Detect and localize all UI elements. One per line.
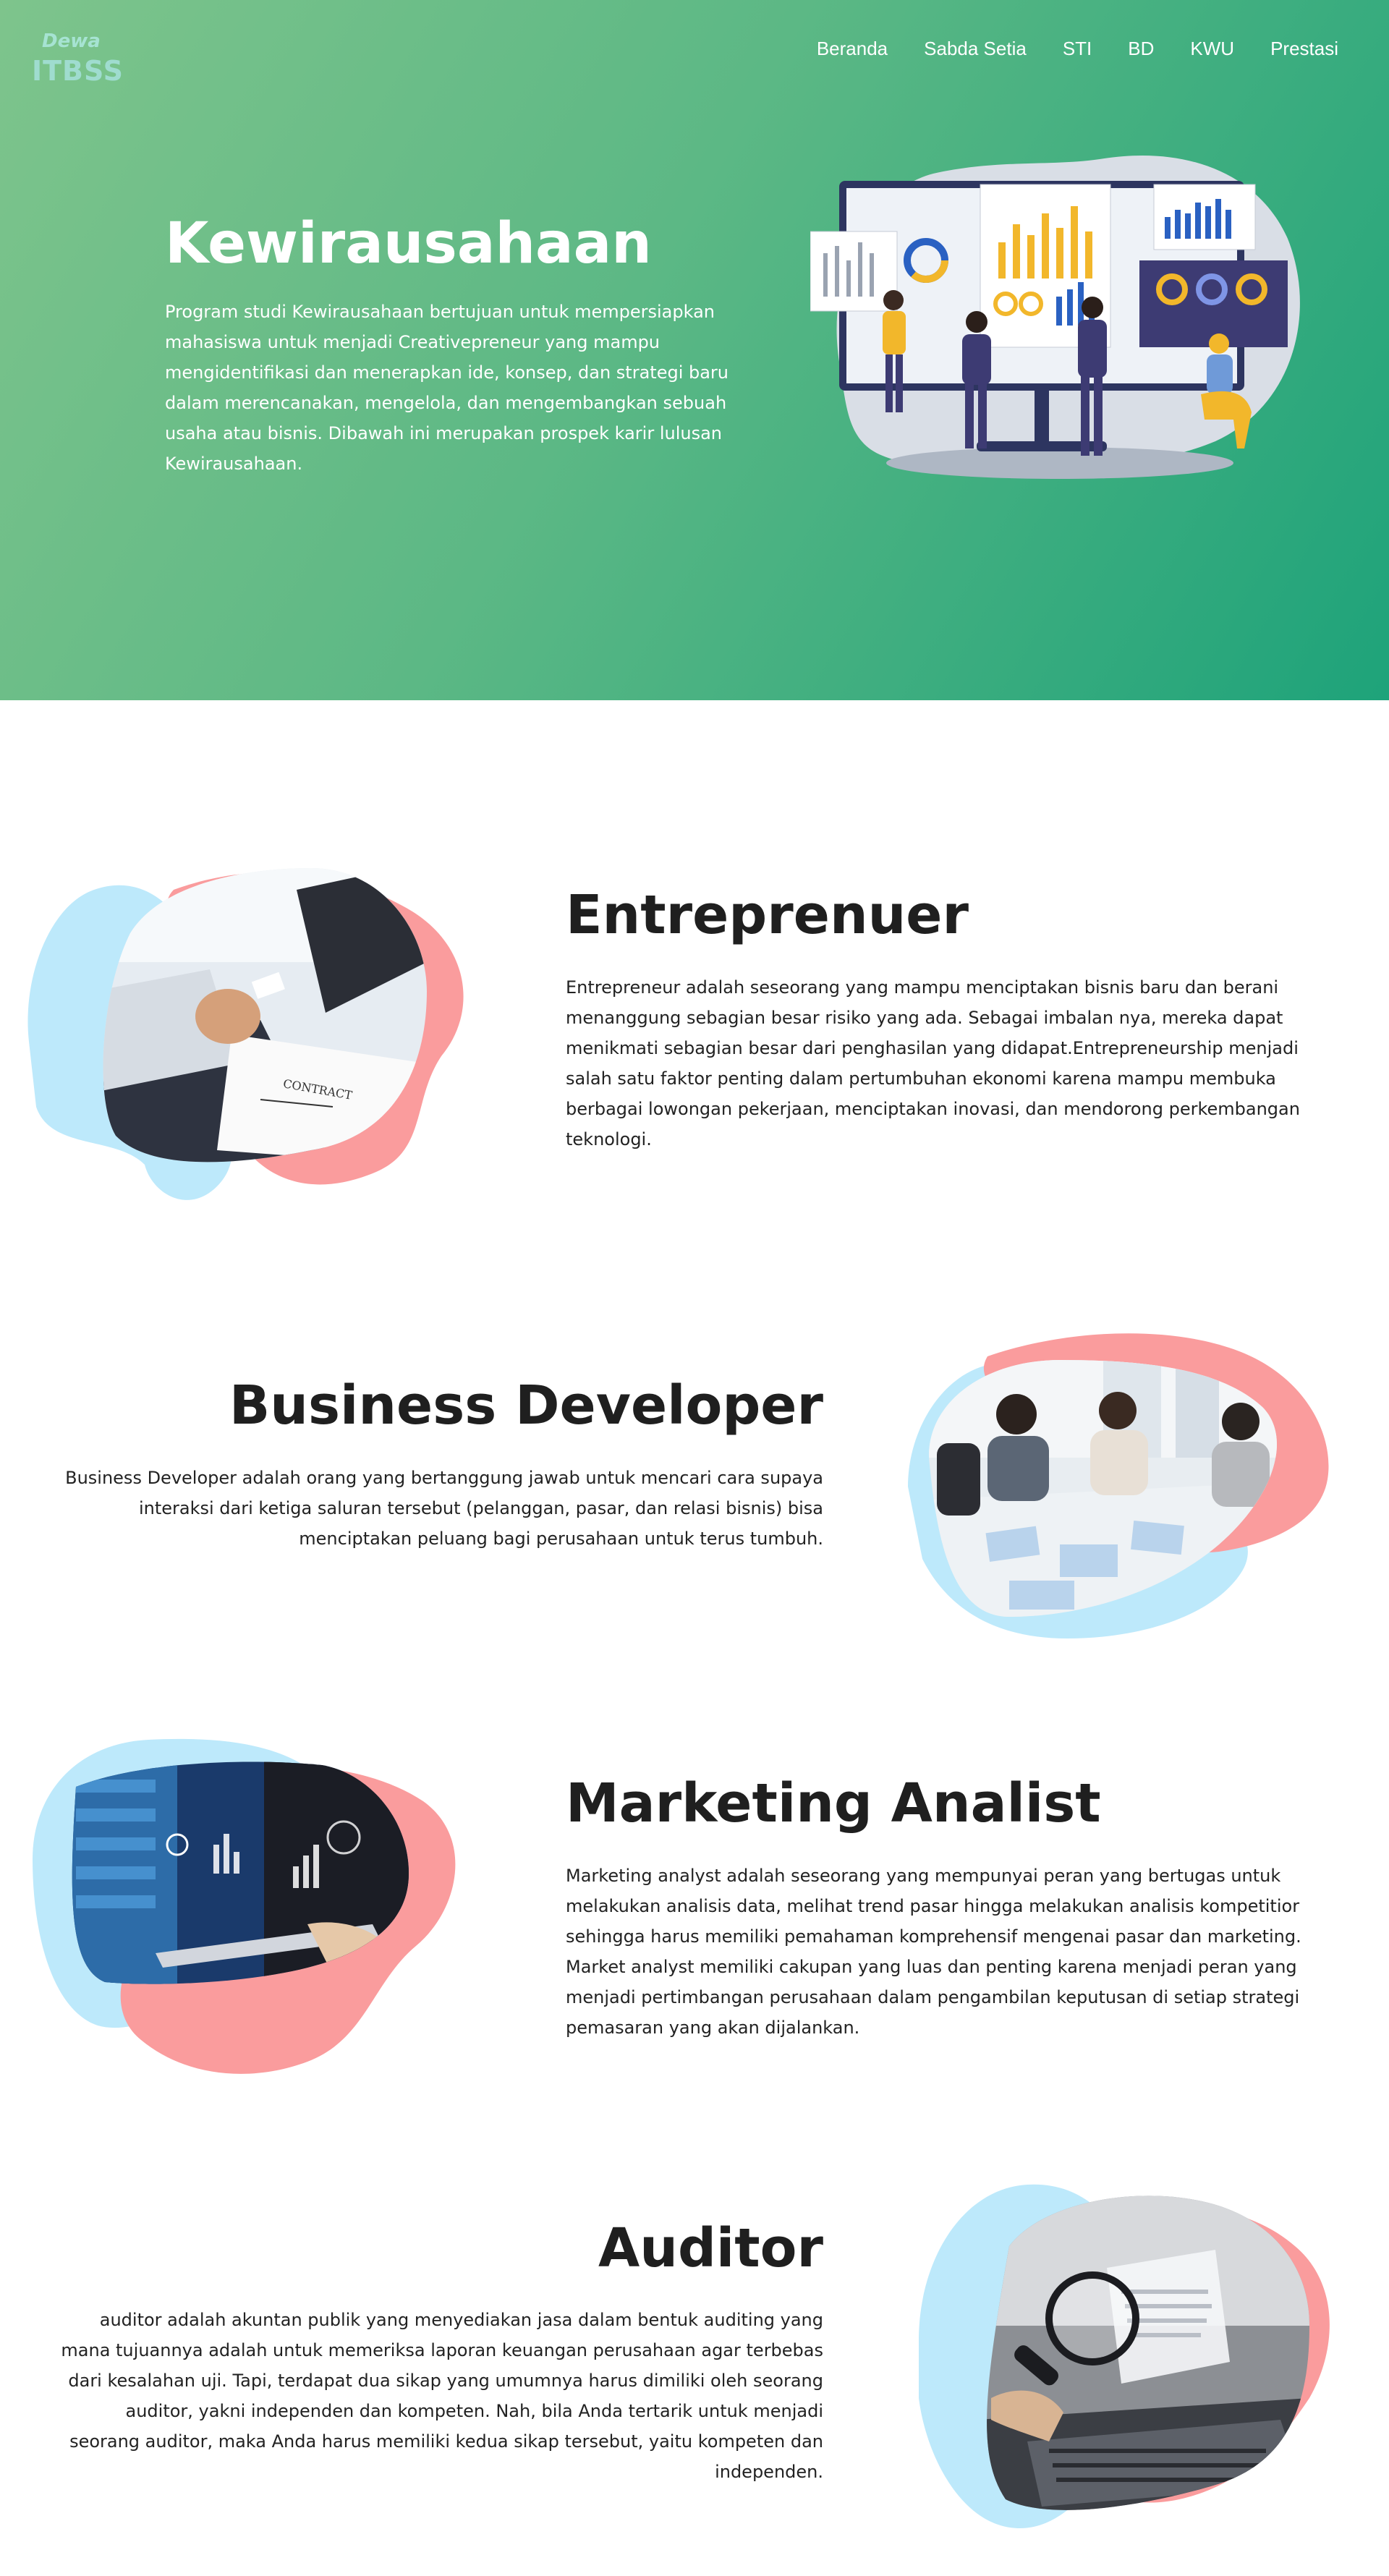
nav-item-bd[interactable]: BD — [1128, 38, 1154, 60]
section-title-entrepreneur: Entreprenuer — [566, 884, 969, 946]
hero-banner: Dewa ITBSS Beranda Sabda Setia STI BD KW… — [0, 0, 1389, 700]
section-text-auditor: auditor adalah akuntan publik yang menye… — [61, 2310, 823, 2482]
section-text-business-developer: Business Developer adalah orang yang ber… — [65, 1468, 823, 1549]
nav-item-sabda-setia[interactable]: Sabda Setia — [924, 38, 1027, 60]
section-title-business-developer: Business Developer — [229, 1374, 823, 1437]
logo-line-2: ITBSS — [32, 55, 124, 87]
entrepreneur-image-blob: CONTRACT — [27, 868, 464, 1200]
section-title-auditor: Auditor — [598, 2217, 823, 2279]
business-developer-image-blob — [908, 1333, 1329, 1638]
section-text-marketing-analyst: Marketing analyst adalah seseorang yang … — [566, 1866, 1301, 2038]
logo-line-1: Dewa — [42, 30, 101, 52]
page-title: Kewirausahaan — [165, 211, 652, 276]
main-nav: Beranda Sabda Setia STI BD KWU Prestasi — [781, 38, 1338, 60]
marketing-analyst-image-blob — [33, 1738, 456, 2074]
nav-item-sti[interactable]: STI — [1063, 38, 1092, 60]
nav-item-kwu[interactable]: KWU — [1190, 38, 1234, 60]
site-logo[interactable]: Dewa ITBSS — [32, 29, 123, 87]
nav-item-prestasi[interactable]: Prestasi — [1270, 38, 1338, 60]
section-title-marketing-analyst: Marketing Analist — [566, 1772, 1101, 1835]
auditor-image-blob — [919, 2184, 1330, 2528]
analytics-team-illustration — [810, 155, 1300, 479]
nav-item-beranda[interactable]: Beranda — [817, 38, 888, 60]
hero-description: Program studi Kewirausahaan bertujuan un… — [165, 302, 729, 474]
section-text-entrepreneur: Entrepreneur adalah seseorang yang mampu… — [566, 977, 1300, 1149]
